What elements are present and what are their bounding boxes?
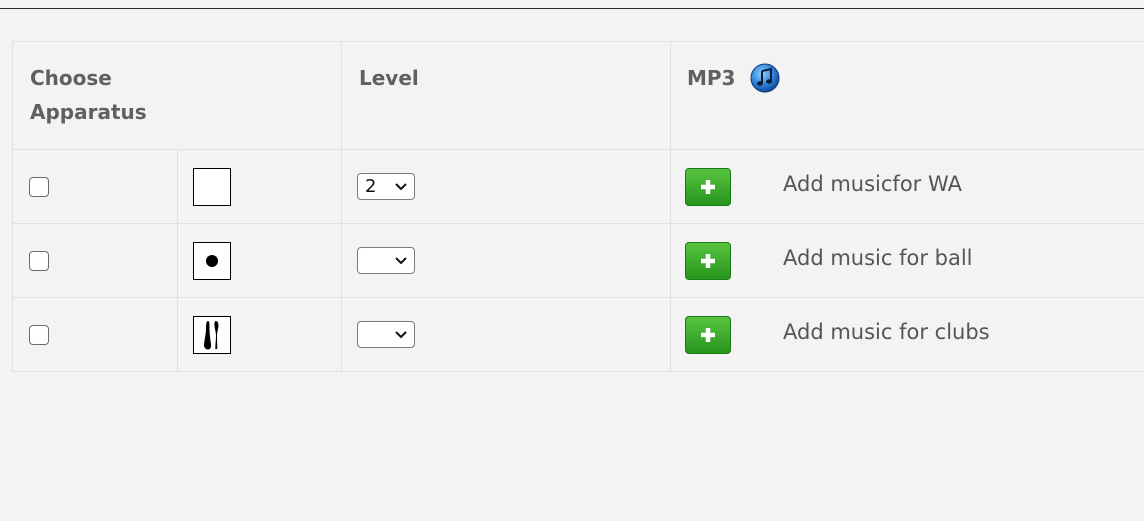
apparatus-checkbox-clubs[interactable]	[29, 324, 49, 345]
level-select-wa[interactable]: 2	[357, 173, 415, 200]
level-select-value: 2	[365, 176, 377, 197]
level-label: Level	[359, 66, 419, 90]
blank-square-icon	[193, 167, 231, 206]
add-music-button-clubs[interactable]	[685, 315, 731, 354]
ball-dot	[206, 254, 218, 267]
level-header: Level	[341, 41, 671, 150]
top-divider	[0, 8, 1144, 9]
chevron-down-icon	[395, 256, 407, 264]
add-music-label: Add music for ball	[783, 245, 973, 270]
clubs-glyph	[204, 320, 219, 349]
mp3-header: MP3	[670, 41, 1144, 150]
table-header-row: Choose Apparatus Level MP3	[12, 41, 1144, 150]
plus-icon	[701, 253, 715, 268]
clubs-icon	[193, 315, 231, 354]
choose-apparatus-label: Choose Apparatus	[30, 66, 147, 124]
add-music-button-wa[interactable]	[685, 167, 731, 206]
add-music-label: Add music for clubs	[783, 319, 990, 344]
select-cell	[12, 223, 178, 298]
select-cell	[12, 297, 178, 372]
apparatus-icon-cell	[177, 149, 342, 224]
chevron-down-icon	[395, 330, 407, 338]
level-select-ball[interactable]	[357, 247, 415, 274]
plus-icon	[701, 179, 715, 194]
select-cell	[12, 149, 178, 224]
apparatus-icon-cell	[177, 297, 342, 372]
level-cell	[341, 223, 671, 298]
mp3-cell: Add musicfor WA	[670, 149, 1144, 224]
table-row: 2 Add musicfor WA	[12, 149, 1144, 224]
apparatus-table: Choose Apparatus Level MP3 2 Add musicfo…	[12, 41, 1144, 372]
level-select-clubs[interactable]	[357, 321, 415, 348]
plus-icon	[701, 327, 715, 342]
mp3-cell: Add music for clubs	[670, 297, 1144, 372]
ball-icon	[193, 241, 231, 280]
level-cell	[341, 297, 671, 372]
mp3-label: MP3	[687, 66, 736, 90]
choose-apparatus-header: Choose Apparatus	[12, 41, 342, 150]
chevron-down-icon	[395, 182, 407, 190]
add-music-label: Add musicfor WA	[783, 171, 962, 196]
apparatus-checkbox-wa[interactable]	[29, 176, 49, 197]
add-music-button-ball[interactable]	[685, 241, 731, 280]
mp3-cell: Add music for ball	[670, 223, 1144, 298]
apparatus-checkbox-ball[interactable]	[29, 250, 49, 271]
level-cell: 2	[341, 149, 671, 224]
table-row: Add music for ball	[12, 223, 1144, 298]
table-row: Add music for clubs	[12, 297, 1144, 372]
apparatus-icon-cell	[177, 223, 342, 298]
itunes-music-icon	[750, 63, 780, 92]
